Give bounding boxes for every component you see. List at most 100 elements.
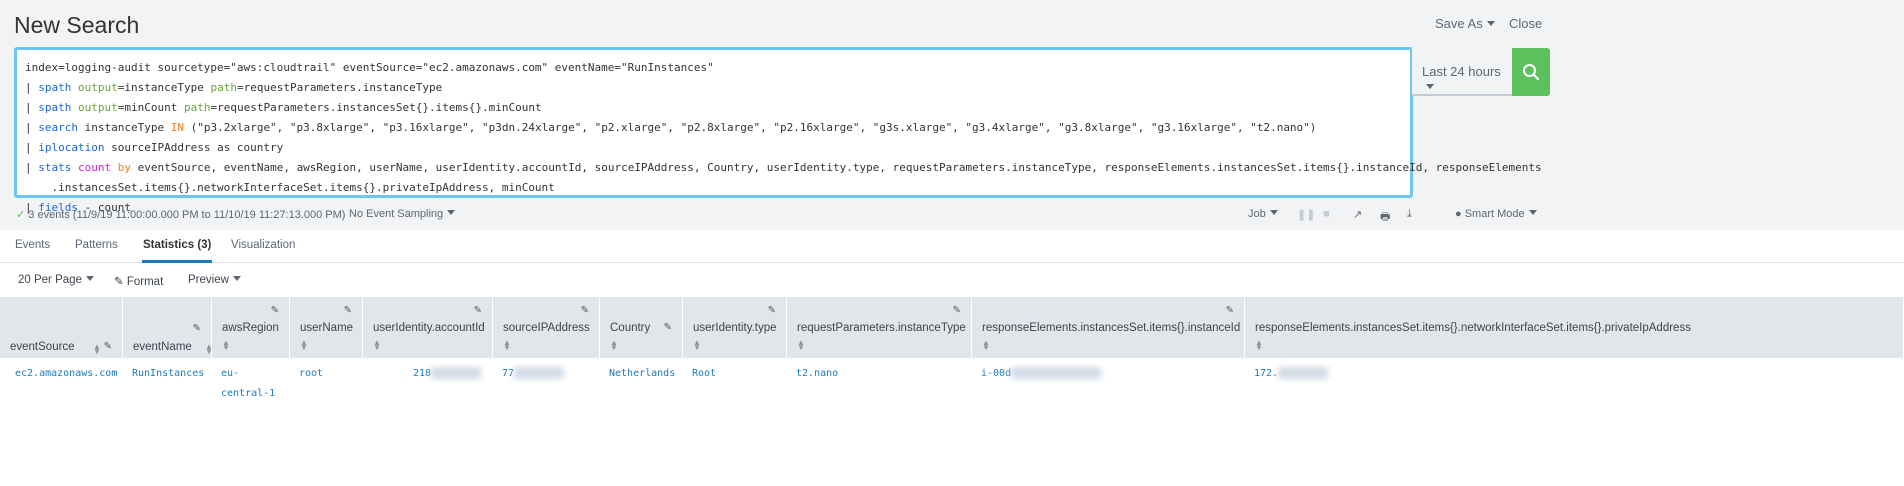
share-icon[interactable]: ↗ <box>1353 208 1362 221</box>
caret-down-icon <box>1426 84 1434 89</box>
table-header: eventSource ▲ ▼ ✎ eventName ▲ ▼ ✎ awsRegion ▲ ▼ ✎ us… <box>0 297 1904 358</box>
sort-icon[interactable]: ▲ ▼ <box>373 339 381 352</box>
table-cell[interactable]: t2.nano <box>796 364 838 384</box>
sort-icon[interactable]: ▲ ▼ <box>300 339 308 352</box>
lightbulb-icon: ● <box>1455 208 1462 220</box>
query-token: path <box>183 101 211 114</box>
query-line: | iplocation sourceIPAddress as country <box>25 138 1402 158</box>
column-header[interactable]: eventName ▲ ▼ ✎ <box>123 297 213 358</box>
sort-icon[interactable]: ▲ ▼ <box>222 339 230 352</box>
edit-column-icon[interactable]: ✎ <box>1226 305 1234 316</box>
query-token <box>71 101 78 114</box>
table-cell[interactable]: root <box>299 364 323 384</box>
query-token <box>111 161 118 174</box>
cell-value: RunInstances <box>132 368 205 379</box>
format-button[interactable]: ✎ Format <box>114 274 163 288</box>
close-button[interactable]: Close <box>1509 16 1542 31</box>
edit-column-icon[interactable]: ✎ <box>344 305 352 316</box>
tab-statistics[interactable]: Statistics (3) <box>141 239 213 263</box>
column-header[interactable]: userIdentity.type ▲ ▼ ✎ <box>683 297 787 358</box>
event-sampling-dropdown[interactable]: No Event Sampling <box>349 208 456 220</box>
query-token: instanceType <box>78 121 171 134</box>
format-label: Format <box>126 276 164 288</box>
pause-icon[interactable]: ❚❚ <box>1297 208 1315 221</box>
edit-column-icon[interactable]: ✎ <box>953 305 961 316</box>
query-token: eventSource, eventName, awsRegion, userN… <box>131 161 1542 174</box>
search-query-input[interactable]: index=logging-audit sourcetype="aws:clou… <box>14 47 1542 214</box>
query-token: index=logging-audit sourcetype="aws:clou… <box>25 61 714 74</box>
page-title: New Search <box>14 12 140 38</box>
export-icon[interactable]: ⤓ <box>1407 208 1412 221</box>
column-header[interactable]: requestParameters.instanceType ▲ ▼ ✎ <box>787 297 972 358</box>
edit-column-icon[interactable]: ✎ <box>474 305 482 316</box>
sort-icon[interactable]: ▲ ▼ <box>93 343 101 356</box>
table-cell[interactable]: 172. <box>1254 364 1329 384</box>
query-token <box>71 81 78 94</box>
query-token: =requestParameters.instancesSet{}.items{… <box>210 101 542 114</box>
column-label: userIdentity.type <box>693 322 777 334</box>
save-as-label: Save As <box>1435 16 1483 31</box>
query-token: path <box>210 81 237 94</box>
stop-icon[interactable]: ■ <box>1323 208 1330 220</box>
preview-dropdown[interactable]: Preview <box>188 274 241 286</box>
sort-icon[interactable]: ▲ ▼ <box>797 339 805 352</box>
column-header[interactable]: userName ▲ ▼ ✎ <box>290 297 363 358</box>
per-page-label: 20 Per Page <box>18 274 82 286</box>
edit-column-icon[interactable]: ✎ <box>104 341 112 352</box>
column-label: userIdentity.accountId <box>373 322 485 334</box>
edit-column-icon[interactable]: ✎ <box>581 305 589 316</box>
results-toolbar: 20 Per Page ✎ Format Preview <box>0 263 1904 297</box>
column-label: responseElements.instancesSet.items{}.in… <box>982 322 1241 334</box>
column-header[interactable]: responseElements.instancesSet.items{}.ne… <box>1245 297 1904 358</box>
tab-visualization[interactable]: Visualization <box>231 239 295 251</box>
query-token: | <box>25 121 39 134</box>
query-token: stats <box>38 161 72 174</box>
sort-icon[interactable]: ▲ ▼ <box>503 339 511 352</box>
tab-events[interactable]: Events <box>15 239 50 251</box>
column-label: awsRegion <box>222 322 279 334</box>
edit-column-icon[interactable]: ✎ <box>193 323 201 334</box>
print-icon[interactable]: 🖶 <box>1380 208 1390 227</box>
sort-icon[interactable]: ▲ ▼ <box>610 339 618 352</box>
column-label: eventSource <box>10 341 75 353</box>
per-page-dropdown[interactable]: 20 Per Page <box>18 274 94 286</box>
table-cell[interactable]: 218 <box>413 364 482 384</box>
sort-icon[interactable]: ▲ ▼ <box>693 339 701 352</box>
query-line: | spath output=instanceType path=request… <box>25 78 1402 98</box>
caret-down-icon <box>1528 210 1537 215</box>
column-header[interactable]: Country ▲ ▼ ✎ <box>600 297 683 358</box>
save-as-button[interactable]: Save As <box>1435 16 1495 31</box>
edit-column-icon[interactable]: ✎ <box>271 305 279 316</box>
time-range-picker[interactable]: Last 24 hours <box>1412 48 1512 96</box>
sort-icon[interactable]: ▲ ▼ <box>1255 339 1263 352</box>
table-cell[interactable]: 77 <box>502 364 565 384</box>
tab-patterns[interactable]: Patterns <box>75 239 118 251</box>
table-cell[interactable]: eu- central-1 <box>221 364 275 404</box>
search-button[interactable] <box>1512 48 1550 96</box>
sort-icon[interactable]: ▲ ▼ <box>982 339 990 352</box>
table-body: ec2.amazonaws.com RunInstances eu- central… <box>0 358 1904 486</box>
edit-column-icon[interactable]: ✎ <box>664 322 672 333</box>
edit-column-icon[interactable]: ✎ <box>768 305 776 316</box>
table-cell[interactable]: Root <box>692 364 716 384</box>
cell-value: Netherlands <box>609 368 676 379</box>
table-cell[interactable]: i-00d <box>981 364 1102 384</box>
column-label: eventName <box>133 341 192 353</box>
search-mode-dropdown[interactable]: ● Smart Mode <box>1455 208 1537 220</box>
query-token: search <box>38 121 78 134</box>
event-count-status: ✓ 3 events (11/9/19 11:00:00.000 PM to 1… <box>16 208 345 221</box>
table-cell[interactable]: Netherlands <box>609 364 675 384</box>
column-header[interactable]: sourceIPAddress ▲ ▼ ✎ <box>493 297 600 358</box>
column-header[interactable]: responseElements.instancesSet.items{}.in… <box>972 297 1245 358</box>
table-cell[interactable]: RunInstances <box>132 364 204 384</box>
column-header[interactable]: userIdentity.accountId ▲ ▼ ✎ <box>363 297 493 358</box>
query-line: | spath output=minCount path=requestPara… <box>25 98 1402 118</box>
job-dropdown[interactable]: Job <box>1248 208 1278 220</box>
column-header[interactable]: awsRegion ▲ ▼ ✎ <box>212 297 290 358</box>
event-count-text: 3 events (11/9/19 11:00:00.000 PM to 11/… <box>28 209 346 221</box>
query-token: spath <box>38 101 72 114</box>
table-cell[interactable]: ec2.amazonaws.com <box>15 364 117 384</box>
redacted-value <box>1278 367 1329 379</box>
column-label: requestParameters.instanceType <box>797 322 966 334</box>
column-header[interactable]: eventSource ▲ ▼ ✎ <box>0 297 123 358</box>
